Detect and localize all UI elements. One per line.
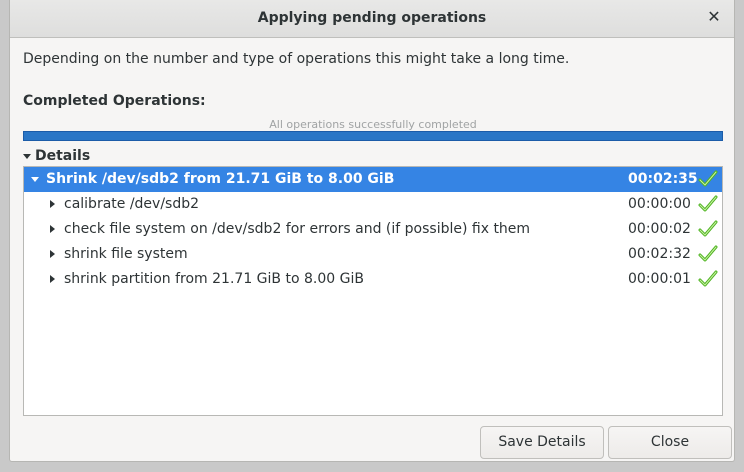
progress-status-text: All operations successfully completed (269, 118, 477, 131)
checkmark-icon (697, 193, 719, 219)
tree-row-child[interactable]: calibrate /dev/sdb2 00:00:00 (24, 192, 722, 217)
tree-row-parent[interactable]: Shrink /dev/sdb2 from 21.71 GiB to 8.00 … (24, 167, 722, 192)
save-details-button[interactable]: Save Details (480, 426, 604, 459)
operation-time: 00:00:01 (628, 271, 691, 287)
collapse-arrow-icon[interactable] (31, 177, 39, 182)
operation-time: 00:00:02 (628, 221, 691, 237)
operation-time: 00:00:00 (628, 196, 691, 212)
tree-row-child[interactable]: shrink partition from 21.71 GiB to 8.00 … (24, 267, 722, 292)
progress-bar (23, 131, 723, 141)
expand-arrow-icon[interactable] (50, 250, 55, 258)
operation-label: shrink partition from 21.71 GiB to 8.00 … (64, 271, 364, 287)
operation-label: calibrate /dev/sdb2 (64, 196, 200, 212)
applying-operations-dialog: Applying pending operations ✕ Depending … (9, 0, 735, 462)
operations-tree[interactable]: Shrink /dev/sdb2 from 21.71 GiB to 8.00 … (23, 166, 723, 416)
operation-label: check file system on /dev/sdb2 for error… (64, 221, 531, 237)
operation-time: 00:02:35 (628, 171, 698, 187)
tree-row-child[interactable]: check file system on /dev/sdb2 for error… (24, 217, 722, 242)
checkmark-icon (697, 168, 719, 194)
progress-bar-fill (24, 132, 722, 140)
details-expander[interactable]: Details (23, 148, 90, 164)
expand-arrow-icon[interactable] (50, 275, 55, 283)
operation-time: 00:02:32 (628, 246, 691, 262)
tree-row-child[interactable]: shrink file system 00:02:32 (24, 242, 722, 267)
operation-label: shrink file system (64, 246, 188, 262)
completed-operations-label: Completed Operations: (23, 93, 206, 109)
close-icon[interactable]: ✕ (706, 8, 722, 26)
operation-label: Shrink /dev/sdb2 from 21.71 GiB to 8.00 … (46, 171, 395, 187)
titlebar: Applying pending operations ✕ (10, 0, 734, 38)
expand-arrow-icon[interactable] (50, 225, 55, 233)
checkmark-icon (697, 243, 719, 269)
close-button[interactable]: Close (608, 426, 732, 459)
details-label: Details (35, 148, 91, 164)
description-text: Depending on the number and type of oper… (23, 51, 570, 67)
dialog-title: Applying pending operations (257, 10, 487, 26)
checkmark-icon (697, 268, 719, 294)
expand-arrow-icon[interactable] (50, 200, 55, 208)
checkmark-icon (697, 218, 719, 244)
expander-arrow-icon (23, 153, 31, 159)
